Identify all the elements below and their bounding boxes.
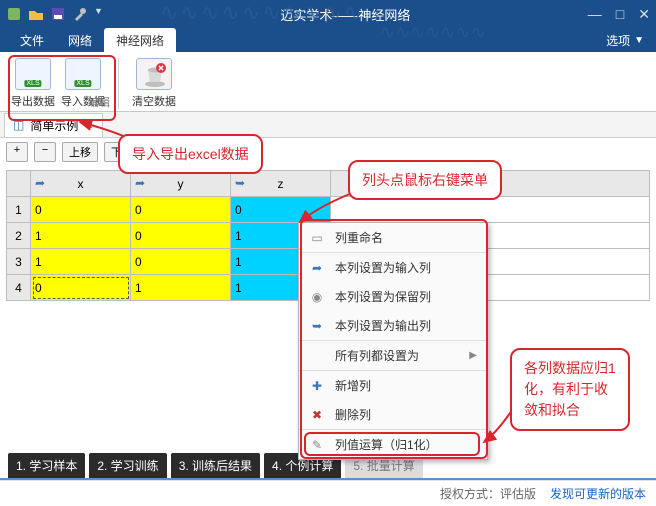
remove-row-button[interactable]: − [34,142,56,162]
document-tab[interactable]: ◫ 简单示例 ✕ [4,113,103,137]
open-icon[interactable] [28,6,44,22]
ctx-rename[interactable]: ▭列重命名 [299,223,487,252]
import-icon [65,58,101,90]
rename-icon: ▭ [309,231,325,245]
input-icon: ➦ [309,261,325,275]
ctx-set-input[interactable]: ➦本列设置为输入列 [299,252,487,282]
menu-options[interactable]: 选项 [606,32,630,49]
table-row: 1 0 0 0 [7,197,650,223]
output-icon: ➥ [309,319,325,333]
ctx-all-set[interactable]: 所有列都设置为▶ [299,340,487,370]
column-header-y[interactable]: ➦y [131,171,231,197]
window-title: 迈实学术——神经网络 [103,5,588,24]
table-toolbar: + − 上移 下移 +列 [0,138,656,166]
ctx-normalize[interactable]: ✎列值运算（归1化） [299,429,487,459]
input-col-icon: ➦ [135,176,145,190]
titlebar: ▼ 迈实学术——神经网络 — □ ✕ [0,0,656,28]
close-tab-icon[interactable]: ✕ [84,119,93,132]
context-menu: ▭列重命名 ➦本列设置为输入列 ◉本列设置为保留列 ➥本列设置为输出列 所有列都… [298,222,488,460]
menubar: 文件 网络 神经网络 选项 ▼ [0,28,656,52]
statusbar: 授权方式：评估版 发现可更新的版本 [0,480,656,506]
ctx-set-keep[interactable]: ◉本列设置为保留列 [299,282,487,311]
add-row-button[interactable]: + [6,142,28,162]
corner-cell [7,171,31,197]
column-header-z[interactable]: ➥z [231,171,331,197]
ribbon: 导出数据 导入数据 清空数据 编辑 [0,52,656,112]
maximize-button[interactable]: □ [616,6,624,23]
delete-icon: ✖ [309,408,325,422]
annotation-callout-2: 列头点鼠标右键菜单 [348,160,502,200]
minimize-button[interactable]: — [588,6,602,23]
annotation-callout-1: 导入导出excel数据 [118,134,263,174]
annotation-callout-3: 各列数据应归1化，有利于收敛和拟合 [510,348,630,431]
menu-file[interactable]: 文件 [8,28,56,52]
app-icon [6,6,22,22]
keep-icon: ◉ [309,290,325,304]
tools-icon[interactable] [72,6,88,22]
close-button[interactable]: ✕ [638,6,650,23]
menu-neural-network[interactable]: 神经网络 [104,28,176,52]
trash-icon [136,58,172,90]
dropdown-icon[interactable]: ▼ [94,6,103,22]
save-icon[interactable] [50,6,66,22]
tab-samples[interactable]: 1. 学习样本 [8,453,85,478]
license-status: 授权方式：评估版 [440,485,536,502]
export-data-button[interactable]: 导出数据 [8,58,58,109]
update-link[interactable]: 发现可更新的版本 [550,485,646,502]
column-header-x[interactable]: ➦x [31,171,131,197]
export-icon [15,58,51,90]
tab-training[interactable]: 2. 学习训练 [89,453,166,478]
clear-data-button[interactable]: 清空数据 [129,58,179,109]
ribbon-group-label: 编辑 [88,94,110,110]
input-col-icon: ➦ [35,176,45,190]
menu-network[interactable]: 网络 [56,28,104,52]
chevron-down-icon[interactable]: ▼ [634,35,644,46]
plus-icon: ✚ [309,379,325,393]
ctx-set-output[interactable]: ➥本列设置为输出列 [299,311,487,340]
output-col-icon: ➥ [235,176,245,190]
move-up-button[interactable]: 上移 [62,142,98,162]
ctx-delete-column[interactable]: ✖删除列 [299,400,487,429]
chevron-right-icon: ▶ [469,350,477,361]
ctx-add-column[interactable]: ✚新增列 [299,370,487,400]
cube-icon: ◫ [13,118,24,132]
normalize-icon: ✎ [309,438,325,452]
tab-results[interactable]: 3. 训练后结果 [171,453,260,478]
